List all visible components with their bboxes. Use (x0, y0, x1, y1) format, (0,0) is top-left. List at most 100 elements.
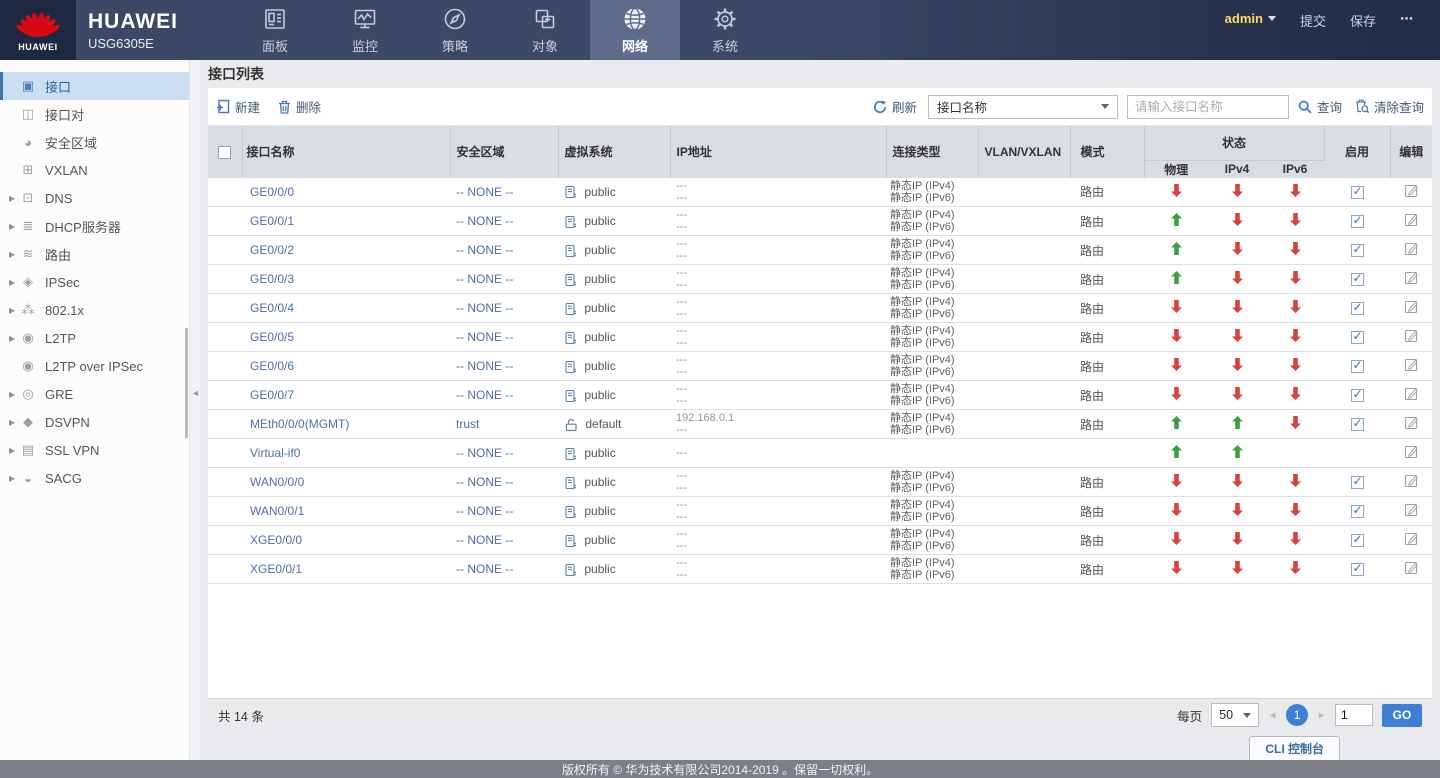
refresh-button[interactable]: 刷新 (873, 97, 917, 116)
security-zone-link[interactable]: -- NONE -- (456, 243, 513, 257)
delete-button[interactable]: 删除 (278, 97, 321, 116)
interface-name-link[interactable]: GE0/0/3 (250, 272, 294, 286)
interface-name-link[interactable]: GE0/0/7 (250, 388, 294, 402)
sidebar-item-security-zone[interactable]: ◕ 安全区域 (0, 128, 189, 156)
edit-icon[interactable] (1404, 241, 1419, 259)
enable-checkbox[interactable] (1351, 505, 1364, 518)
new-button[interactable]: 新建 (216, 97, 260, 116)
tab-policy[interactable]: 策略 (410, 0, 500, 60)
sidebar-item-l2tp[interactable]: ▶ ◉ L2TP (0, 324, 189, 352)
interface-name-link[interactable]: WAN0/0/0 (250, 475, 304, 489)
tab-dashboard[interactable]: 面板 (230, 0, 320, 60)
enable-checkbox[interactable] (1351, 360, 1364, 373)
sidebar-item-dns[interactable]: ▶ ⊡ DNS (0, 184, 189, 212)
tab-object[interactable]: 对象 (500, 0, 590, 60)
edit-icon[interactable] (1404, 502, 1419, 520)
interface-name-link[interactable]: GE0/0/1 (250, 214, 294, 228)
enable-checkbox[interactable] (1351, 418, 1364, 431)
security-zone-link[interactable]: -- NONE -- (456, 562, 513, 576)
security-zone-link[interactable]: trust (456, 417, 479, 431)
sidebar-item-gre[interactable]: ▶ ◎ GRE (0, 380, 189, 408)
edit-icon[interactable] (1404, 560, 1419, 578)
interface-name-link[interactable]: GE0/0/6 (250, 359, 294, 373)
sidebar-item-route[interactable]: ▶ ≋ 路由 (0, 240, 189, 268)
expand-arrow-icon[interactable]: ▶ (0, 194, 18, 203)
interface-name-link[interactable]: GE0/0/5 (250, 330, 294, 344)
security-zone-link[interactable]: -- NONE -- (456, 504, 513, 518)
submit-button[interactable]: 提交 (1300, 11, 1326, 30)
expand-arrow-icon[interactable]: ▶ (0, 390, 18, 399)
expand-arrow-icon[interactable]: ▶ (0, 334, 18, 343)
security-zone-link[interactable]: -- NONE -- (456, 475, 513, 489)
save-button[interactable]: 保存 (1350, 11, 1376, 30)
next-page-icon[interactable]: ► (1317, 710, 1326, 720)
edit-icon[interactable] (1404, 183, 1419, 201)
enable-checkbox[interactable] (1351, 389, 1364, 402)
edit-icon[interactable] (1404, 328, 1419, 346)
user-menu[interactable]: admin (1225, 11, 1276, 26)
edit-icon[interactable] (1404, 386, 1419, 404)
sidebar-item-dhcp-server[interactable]: ▶ ≣ DHCP服务器 (0, 212, 189, 240)
expand-arrow-icon[interactable]: ▶ (0, 306, 18, 315)
security-zone-link[interactable]: -- NONE -- (456, 185, 513, 199)
sidebar-item-vxlan[interactable]: ⊞ VXLAN (0, 156, 189, 184)
tab-monitor[interactable]: 监控 (320, 0, 410, 60)
enable-checkbox[interactable] (1351, 302, 1364, 315)
enable-checkbox[interactable] (1351, 244, 1364, 257)
current-page-badge[interactable]: 1 (1286, 704, 1308, 726)
enable-checkbox[interactable] (1351, 476, 1364, 489)
expand-arrow-icon[interactable]: ▶ (0, 250, 18, 259)
expand-arrow-icon[interactable]: ▶ (0, 222, 18, 231)
security-zone-link[interactable]: -- NONE -- (456, 359, 513, 373)
edit-icon[interactable] (1404, 473, 1419, 491)
interface-name-link[interactable]: XGE0/0/0 (250, 533, 302, 547)
sidebar-scrollbar[interactable] (185, 328, 188, 438)
enable-checkbox[interactable] (1351, 186, 1364, 199)
security-zone-link[interactable]: -- NONE -- (456, 301, 513, 315)
go-button[interactable]: GO (1382, 704, 1422, 727)
interface-name-link[interactable]: MEth0/0/0(MGMT) (250, 417, 349, 431)
sidebar-item-ipsec[interactable]: ▶ ◈ IPSec (0, 268, 189, 296)
more-menu-icon[interactable]: ⋯ (1400, 11, 1414, 27)
select-all-checkbox[interactable] (218, 146, 231, 159)
expand-arrow-icon[interactable]: ▶ (0, 278, 18, 287)
interface-name-link[interactable]: GE0/0/0 (250, 185, 294, 199)
sidebar-item-interface-pair[interactable]: ◫ 接口对 (0, 100, 189, 128)
search-input[interactable] (1127, 95, 1289, 119)
enable-checkbox[interactable] (1351, 215, 1364, 228)
interface-name-link[interactable]: GE0/0/2 (250, 243, 294, 257)
sidebar-item-sacg[interactable]: ▶ ◒ SACG (0, 464, 189, 492)
security-zone-link[interactable]: -- NONE -- (456, 272, 513, 286)
interface-name-link[interactable]: XGE0/0/1 (250, 562, 302, 576)
security-zone-link[interactable]: -- NONE -- (456, 214, 513, 228)
edit-icon[interactable] (1404, 299, 1419, 317)
edit-icon[interactable] (1404, 212, 1419, 230)
interface-name-link[interactable]: Virtual-if0 (250, 446, 300, 460)
cli-console-button[interactable]: CLI 控制台 (1249, 736, 1340, 760)
enable-checkbox[interactable] (1351, 534, 1364, 547)
tab-system[interactable]: 系统 (680, 0, 770, 60)
tab-network[interactable]: 网络 (590, 0, 680, 60)
prev-page-icon[interactable]: ◄ (1268, 710, 1277, 720)
collapse-sidebar-icon[interactable]: ◄ (191, 388, 200, 398)
edit-icon[interactable] (1404, 415, 1419, 433)
sidebar-item-ssl-vpn[interactable]: ▶ ▤ SSL VPN (0, 436, 189, 464)
enable-checkbox[interactable] (1351, 563, 1364, 576)
goto-page-input[interactable] (1335, 704, 1373, 726)
sidebar-splitter[interactable]: ◄ (190, 60, 200, 760)
edit-icon[interactable] (1404, 444, 1419, 462)
expand-arrow-icon[interactable]: ▶ (0, 446, 18, 455)
sidebar-item-l2tp-over-ipsec[interactable]: ◉ L2TP over IPSec (0, 352, 189, 380)
query-button[interactable]: 查询 (1298, 97, 1342, 116)
interface-name-link[interactable]: WAN0/0/1 (250, 504, 304, 518)
expand-arrow-icon[interactable]: ▶ (0, 418, 18, 427)
security-zone-link[interactable]: -- NONE -- (456, 446, 513, 460)
edit-icon[interactable] (1404, 270, 1419, 288)
interface-name-link[interactable]: GE0/0/4 (250, 301, 294, 315)
expand-arrow-icon[interactable]: ▶ (0, 474, 18, 483)
clear-query-button[interactable]: 清除查询 (1355, 97, 1424, 116)
filter-field-select[interactable]: 接口名称 (928, 95, 1118, 119)
page-size-select[interactable]: 50 (1211, 703, 1259, 727)
sidebar-item-dsvpn[interactable]: ▶ ◆ DSVPN (0, 408, 189, 436)
enable-checkbox[interactable] (1351, 331, 1364, 344)
